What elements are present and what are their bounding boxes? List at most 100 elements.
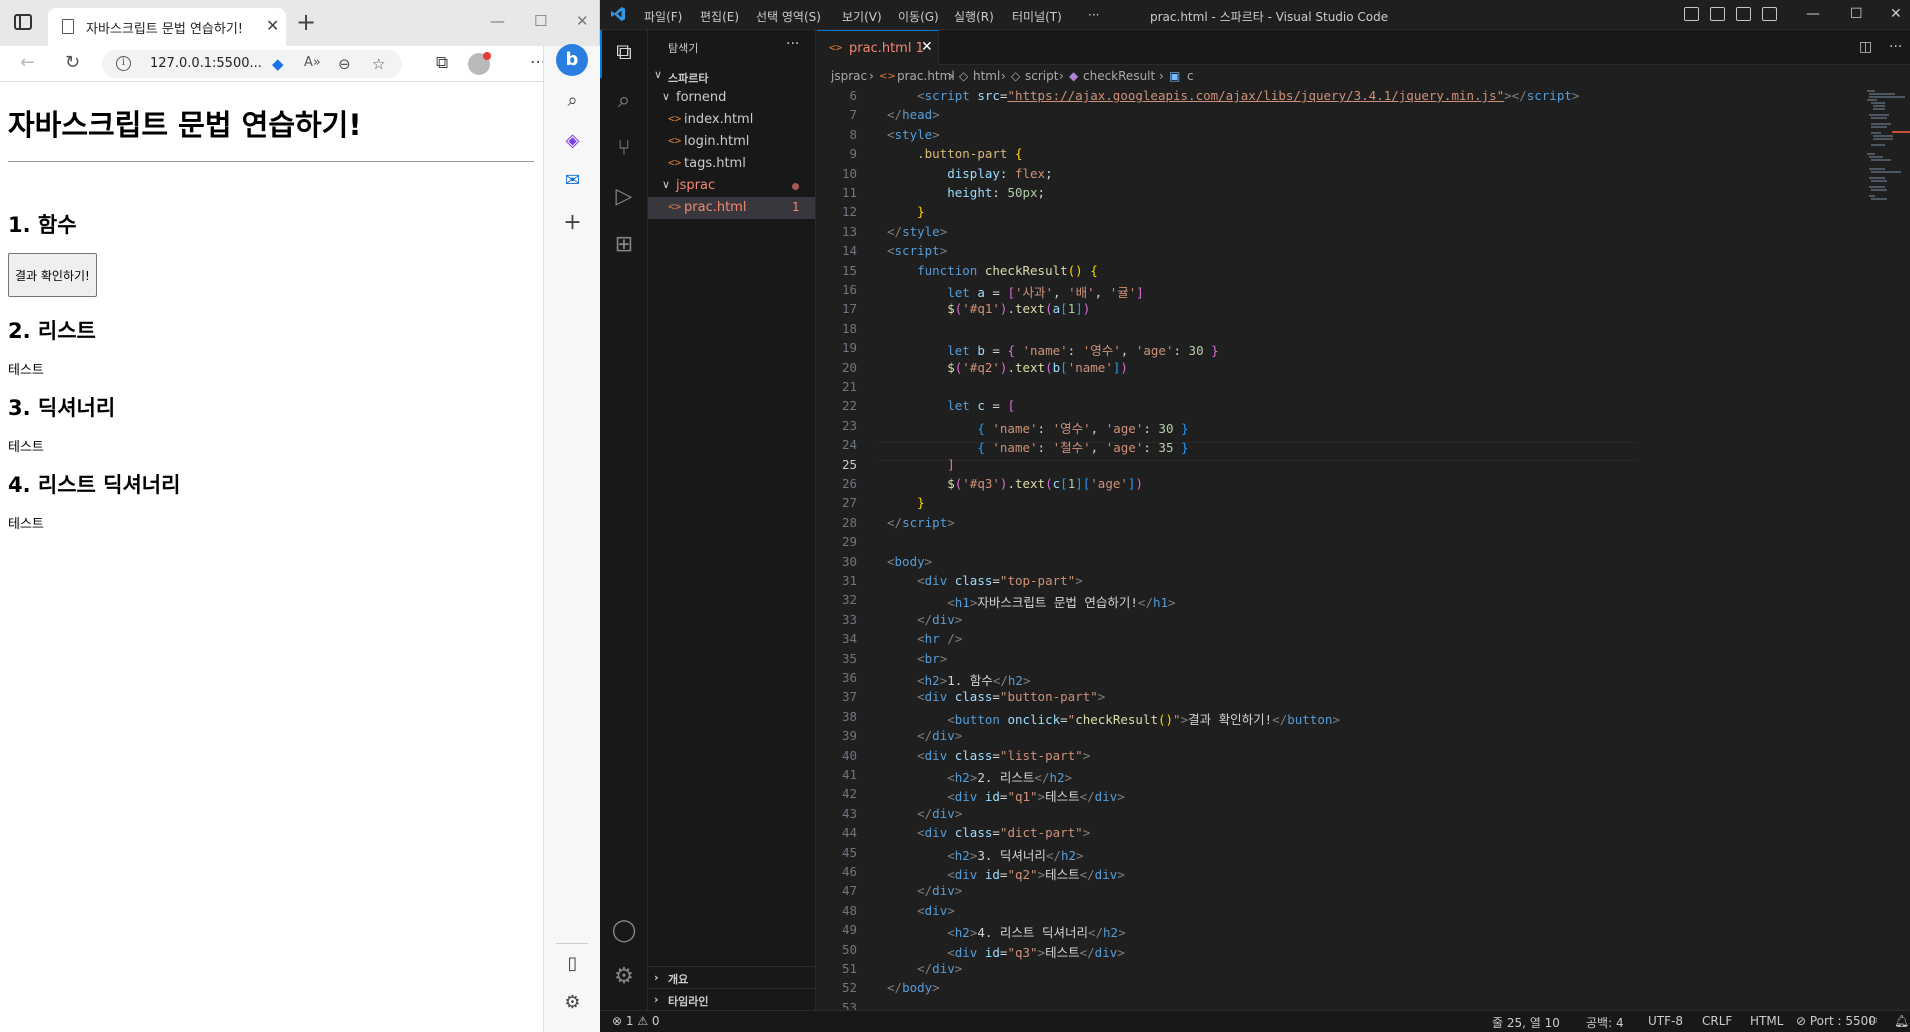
line-number: 12 [841, 204, 857, 220]
line-number: 25 [841, 456, 857, 472]
favorite-add-icon[interactable]: ☆ [372, 55, 385, 73]
code-line: </div> [917, 805, 963, 821]
q2-text: 테스트 [8, 440, 44, 455]
menu-go[interactable]: 이동(G) [898, 8, 939, 25]
html-file-icon: <> [668, 156, 682, 169]
code-line: </div> [917, 611, 963, 627]
read-aloud-icon[interactable]: A» [304, 55, 321, 70]
menu-file[interactable]: 파일(F) [644, 8, 682, 25]
code-line: <div> [917, 902, 955, 918]
line-number: 48 [841, 902, 857, 918]
minimap[interactable] [1867, 88, 1907, 208]
extensions-icon[interactable]: ⧉ [436, 53, 448, 73]
profile-avatar[interactable] [468, 52, 491, 75]
menu-more[interactable]: ··· [1088, 8, 1099, 22]
check-result-button[interactable]: 결과 확인하기! [8, 253, 97, 297]
indentation[interactable]: 공백: 4 [1586, 1014, 1624, 1031]
code-editor[interactable]: 6 7 8 9 10 11 12 13 14 15 16 17 18 19 20 21 22 23 24 25 26 27… [817, 88, 1910, 1010]
manage-gear-icon[interactable]: ⚙ [600, 964, 648, 989]
split-editor-icon[interactable]: ◫ [1859, 39, 1872, 55]
vscode-maximize-button[interactable]: ☐ [1850, 6, 1863, 22]
divider [8, 161, 534, 162]
new-tab-button[interactable]: + [296, 10, 316, 34]
breadcrumb-item[interactable]: html [973, 69, 1000, 83]
more-actions-icon[interactable]: ··· [1889, 39, 1902, 55]
toggle-sidebar-icon[interactable] [1684, 7, 1699, 21]
file-tags[interactable]: <> tags.html [648, 153, 815, 175]
variable-icon: ▣ [1169, 69, 1181, 83]
line-number: 30 [841, 553, 857, 569]
explorer-more-icon[interactable]: ··· [786, 36, 799, 52]
menu-view[interactable]: 보기(V) [842, 8, 882, 25]
code-line: <hr /> [917, 631, 963, 647]
end-of-line[interactable]: CRLF [1702, 1014, 1732, 1028]
tag-icon[interactable]: ◆ [272, 55, 284, 73]
live-server-port[interactable]: ⊘ Port : 5500 [1796, 1014, 1876, 1028]
timeline-section[interactable]: › 타임라인 [648, 988, 815, 1010]
menu-run[interactable]: 실행(R) [954, 8, 994, 25]
notifications-bell-icon[interactable]: 🔔︎ [1894, 1014, 1909, 1028]
back-arrow-icon[interactable]: ← [20, 52, 35, 73]
outlook-icon[interactable]: ✉ [544, 170, 601, 191]
folder-jsprac[interactable]: ∨ jsprac [648, 175, 815, 197]
encoding[interactable]: UTF-8 [1648, 1014, 1683, 1028]
problems-indicator[interactable]: ⊗ 1 ⚠ 0 [612, 1014, 660, 1028]
explorer-icon[interactable]: ⧉ [600, 40, 648, 65]
line-number: 50 [841, 941, 857, 957]
tab-actions-icon[interactable] [14, 14, 32, 30]
folder-label: fornend [676, 90, 727, 105]
file-index[interactable]: <> index.html [648, 109, 815, 131]
accounts-icon[interactable]: ⚐ [1868, 1014, 1879, 1028]
menu-terminal[interactable]: 터미널(T) [1012, 8, 1062, 25]
customize-layout-icon[interactable] [1762, 7, 1777, 21]
info-icon[interactable]: i [116, 56, 131, 71]
toggle-panel-icon[interactable] [1710, 7, 1725, 21]
breadcrumb-item[interactable]: script [1025, 69, 1058, 83]
menu-edit[interactable]: 편집(E) [700, 8, 739, 25]
language-mode[interactable]: HTML [1750, 1014, 1783, 1028]
vscode-close-button[interactable]: ✕ [1890, 6, 1902, 22]
run-debug-icon[interactable]: ▷ [600, 184, 648, 209]
close-icon[interactable]: ✕ [921, 39, 933, 55]
vscode-window: 파일(F) 편집(E) 선택 영역(S) 보기(V) 이동(G) 실행(R) 터… [600, 0, 1910, 1032]
search-icon[interactable]: ⌕ [544, 90, 601, 111]
breadcrumb-item[interactable]: checkResult [1083, 69, 1155, 83]
sidebar-toggle-icon[interactable]: ▯ [544, 953, 601, 974]
shopping-icon[interactable]: ◈ [544, 130, 601, 151]
q3-text: 테스트 [8, 517, 44, 532]
address-bar[interactable]: i 127.0.0.1:5500... ◆ A» ⊖ ☆ [102, 50, 402, 78]
refresh-icon[interactable]: ↻ [65, 52, 80, 73]
vscode-minimize-button[interactable]: — [1806, 6, 1820, 22]
breadcrumb-item[interactable]: c [1187, 69, 1194, 83]
outline-section[interactable]: › 개요 [648, 966, 815, 988]
search-icon[interactable]: ⌕ [600, 88, 648, 113]
breadcrumb-item[interactable]: jsprac [831, 69, 867, 83]
file-prac[interactable]: <> prac.html 1 [648, 197, 815, 219]
account-icon[interactable]: ◯ [600, 918, 648, 943]
source-control-icon[interactable]: ⑂ [600, 136, 648, 161]
editor-tab-prac[interactable]: <> prac.html 1 ✕ [817, 30, 939, 65]
settings-icon[interactable]: ⚙ [544, 992, 601, 1013]
minimize-button[interactable]: — [490, 12, 505, 30]
toggle-secondary-sidebar-icon[interactable] [1736, 7, 1751, 21]
bing-icon[interactable]: b [556, 44, 588, 76]
tree-root[interactable]: ∨ 스파르타 [648, 65, 815, 87]
zoom-icon[interactable]: ⊖ [338, 55, 351, 73]
folder-fornend[interactable]: ∨ fornend [648, 87, 815, 109]
code-line: </style> [887, 223, 948, 239]
browser-tab[interactable]: 자바스크립트 문법 연습하기! ✕ [48, 8, 286, 46]
file-login[interactable]: <> login.html [648, 131, 815, 153]
close-window-button[interactable]: ✕ [576, 12, 589, 30]
cursor-position[interactable]: 줄 25, 열 10 [1492, 1014, 1560, 1031]
code-line: <script> [887, 243, 948, 259]
menu-selection[interactable]: 선택 영역(S) [756, 8, 821, 25]
maximize-button[interactable]: ☐ [534, 12, 547, 30]
add-icon[interactable]: + [544, 210, 601, 235]
extensions-icon[interactable]: ⊞ [600, 232, 648, 257]
close-tab-icon[interactable]: ✕ [266, 16, 279, 35]
desktop: 자바스크립트 문법 연습하기! ✕ + — ☐ ✕ ← ↻ i 127.0.0.… [0, 0, 1910, 1032]
line-number: 18 [841, 320, 857, 336]
activity-bar: ⧉ ⌕ ⑂ ▷ ⊞ ◯ ⚙ [600, 30, 648, 1010]
breadcrumb-item[interactable]: prac.html [897, 69, 955, 83]
html-file-icon: <> [879, 71, 896, 82]
